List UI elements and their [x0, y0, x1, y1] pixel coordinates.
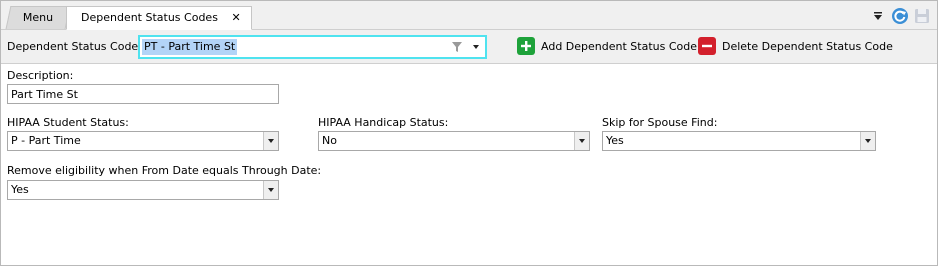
chevron-down-icon[interactable]	[263, 181, 278, 199]
remove-eligibility-select[interactable]: Yes	[7, 180, 279, 200]
tab-menu-label: Menu	[22, 11, 54, 24]
tab-bar: Menu Dependent Status Codes ✕	[1, 1, 937, 30]
dropdown-menu-icon[interactable]	[869, 7, 887, 25]
description-input[interactable]	[8, 85, 278, 103]
tab-label: Dependent Status Codes	[81, 11, 218, 24]
skip-spouse-find-label: Skip for Spouse Find:	[602, 116, 718, 129]
description-field[interactable]	[7, 84, 279, 104]
code-label: Dependent Status Code:	[7, 40, 142, 53]
chevron-down-icon[interactable]	[574, 132, 589, 150]
hipaa-handicap-status-select[interactable]: No	[318, 131, 590, 151]
delete-icon	[698, 37, 716, 55]
add-button-label: Add Dependent Status Code	[541, 39, 697, 53]
window-frame: Menu Dependent Status Codes ✕ Dependent …	[0, 0, 938, 266]
delete-dependent-status-code-button[interactable]: Delete Dependent Status Code	[698, 35, 893, 57]
hipaa-handicap-status-value: No	[322, 134, 337, 147]
save-icon[interactable]	[913, 7, 931, 25]
hipaa-student-status-label: HIPAA Student Status:	[7, 116, 129, 129]
chevron-down-icon[interactable]	[468, 38, 484, 56]
tab-dependent-status-codes[interactable]: Dependent Status Codes ✕	[66, 6, 252, 30]
delete-button-label: Delete Dependent Status Code	[722, 39, 893, 53]
hipaa-student-status-select[interactable]: P - Part Time	[7, 131, 279, 151]
record-toolbar: Dependent Status Code: PT - Part Time St…	[1, 30, 937, 64]
add-dependent-status-code-button[interactable]: Add Dependent Status Code	[517, 35, 697, 57]
code-combo-value[interactable]: PT - Part Time St	[142, 39, 238, 55]
skip-spouse-find-value: Yes	[606, 134, 624, 147]
add-icon	[517, 37, 535, 55]
hipaa-student-status-value: P - Part Time	[11, 134, 81, 147]
chevron-down-icon[interactable]	[860, 132, 875, 150]
tab-menu[interactable]: Menu	[5, 6, 71, 29]
dependent-status-code-combo[interactable]: PT - Part Time St	[138, 35, 487, 59]
description-label: Description:	[7, 69, 74, 82]
close-icon[interactable]: ✕	[231, 11, 240, 24]
chevron-down-icon[interactable]	[263, 132, 278, 150]
window-toolbar-icons	[869, 6, 931, 26]
remove-eligibility-label: Remove eligibility when From Date equals…	[7, 164, 322, 177]
remove-eligibility-value: Yes	[11, 183, 29, 196]
skip-spouse-find-select[interactable]: Yes	[602, 131, 876, 151]
filter-icon[interactable]	[448, 38, 466, 56]
hipaa-handicap-status-label: HIPAA Handicap Status:	[318, 116, 449, 129]
refresh-icon[interactable]	[891, 7, 909, 25]
